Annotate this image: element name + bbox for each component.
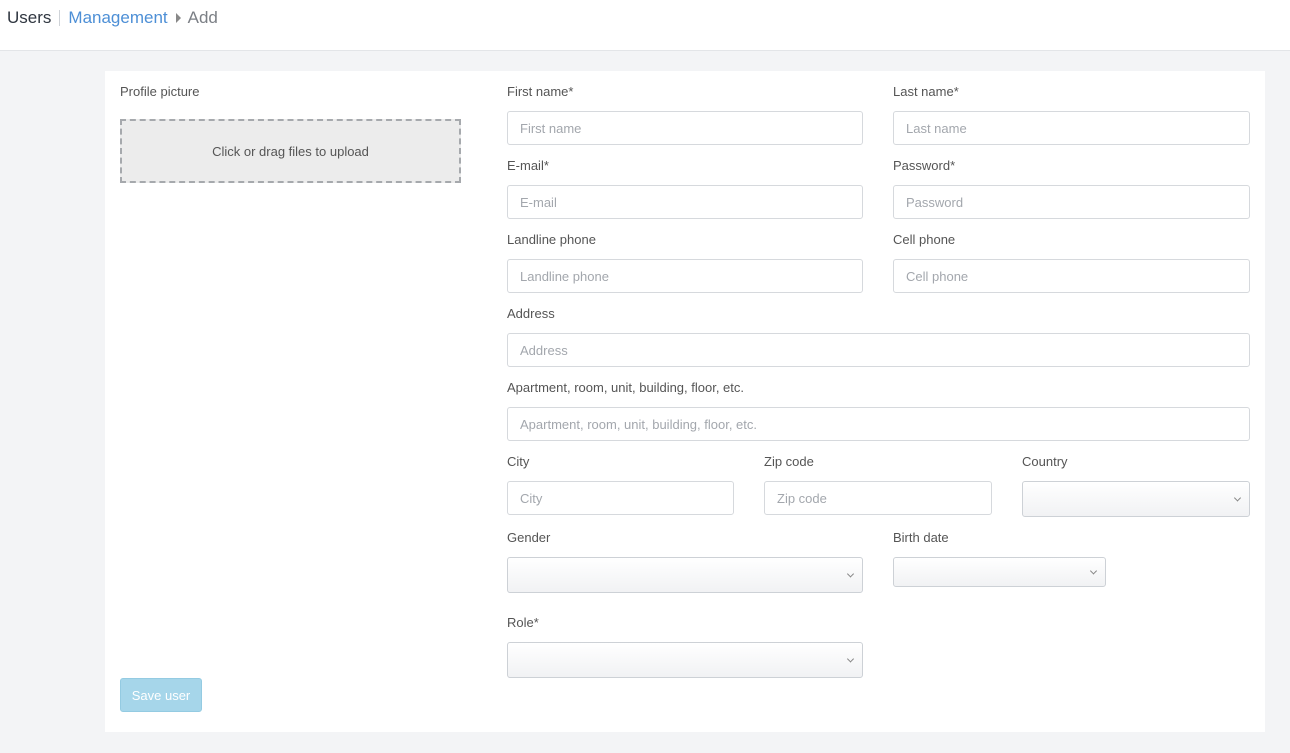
profile-picture-label: Profile picture xyxy=(120,84,200,99)
birth-date-select[interactable] xyxy=(893,557,1106,587)
first-name-label: First name* xyxy=(507,84,574,99)
role-label: Role* xyxy=(507,615,539,630)
cell-phone-label: Cell phone xyxy=(893,232,956,247)
address-label: Address xyxy=(507,306,555,321)
top-bar: Users Management Add xyxy=(0,0,1290,51)
landline-phone-input[interactable] xyxy=(507,259,863,293)
breadcrumb-current: Add xyxy=(187,8,218,27)
upload-text: Click or drag files to upload xyxy=(212,143,369,159)
role-select[interactable] xyxy=(507,642,863,678)
address-input[interactable] xyxy=(507,333,1250,367)
cell-phone-input[interactable] xyxy=(893,259,1250,293)
breadcrumb-root: Users xyxy=(7,8,52,27)
landline-phone-label: Landline phone xyxy=(507,232,596,247)
birth-date-label: Birth date xyxy=(893,530,949,545)
user-form-card: Profile picture Click or drag files to u… xyxy=(105,71,1265,732)
email-input[interactable] xyxy=(507,185,863,219)
city-label: City xyxy=(507,454,530,469)
zip-code-input[interactable] xyxy=(764,481,992,515)
address2-label: Apartment, room, unit, building, floor, … xyxy=(507,380,745,395)
last-name-label: Last name* xyxy=(893,84,959,99)
caret-right-icon xyxy=(175,13,181,23)
last-name-input[interactable] xyxy=(893,111,1250,145)
chevron-down-icon xyxy=(1089,567,1098,575)
chevron-down-icon xyxy=(846,655,855,663)
breadcrumb-divider xyxy=(59,10,61,26)
country-label: Country xyxy=(1022,454,1068,469)
country-select[interactable] xyxy=(1022,481,1250,517)
chevron-down-icon xyxy=(846,570,855,578)
first-name-input[interactable] xyxy=(507,111,863,145)
save-user-button[interactable]: Save user xyxy=(120,678,202,712)
gender-label: Gender xyxy=(507,530,551,545)
address2-input[interactable] xyxy=(507,407,1250,441)
profile-picture-dropzone[interactable]: Click or drag files to upload xyxy=(120,119,461,183)
email-label: E-mail* xyxy=(507,158,549,173)
breadcrumb: Users Management Add xyxy=(7,7,218,29)
chevron-down-icon xyxy=(1233,494,1242,502)
zip-code-label: Zip code xyxy=(764,454,814,469)
breadcrumb-management-link[interactable]: Management xyxy=(68,8,167,28)
gender-select[interactable] xyxy=(507,557,863,593)
password-input[interactable] xyxy=(893,185,1250,219)
password-label: Password* xyxy=(893,158,956,173)
city-input[interactable] xyxy=(507,481,734,515)
